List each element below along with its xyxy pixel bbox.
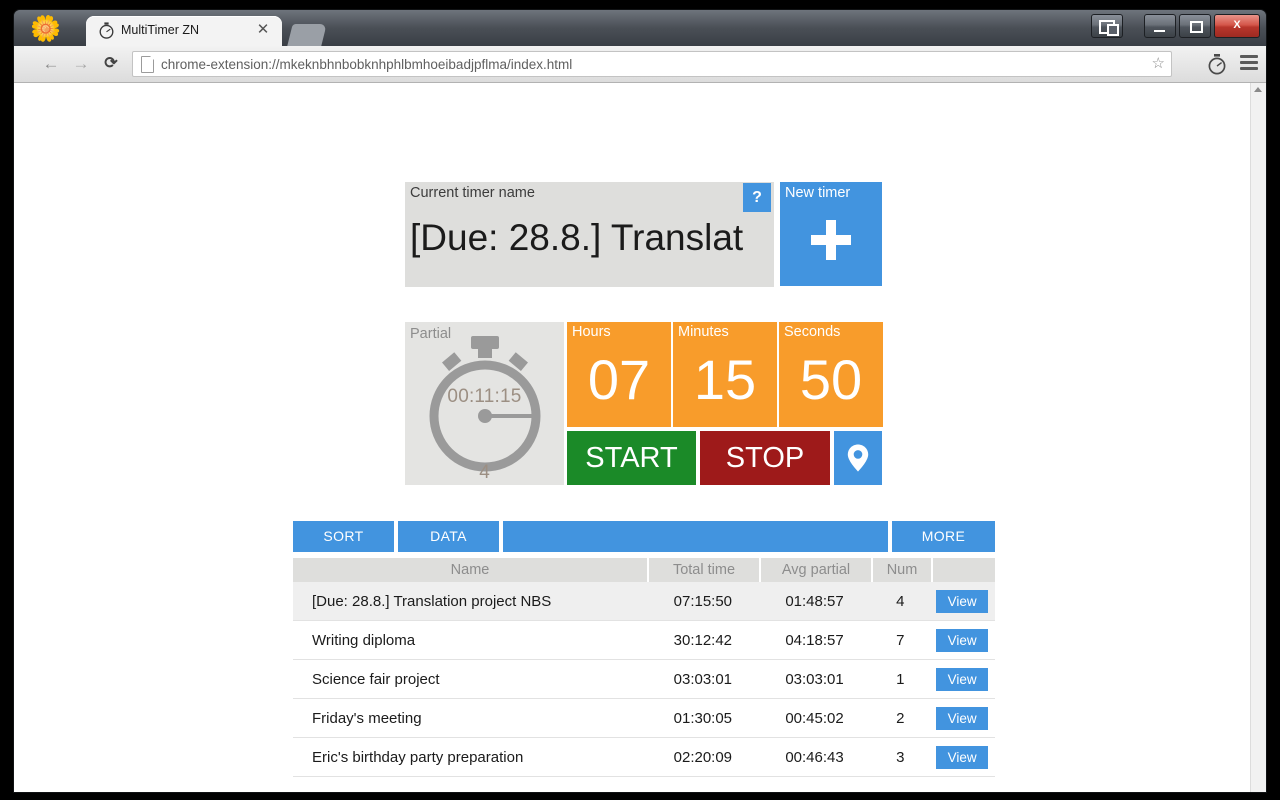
stopwatch-icon [99,22,114,39]
row-view-cell: View [931,589,993,613]
view-button[interactable]: View [936,706,989,730]
forward-arrow-icon[interactable]: → [70,53,92,75]
new-timer-label: New timer [785,185,851,201]
timers-table: Name Total time Avg partial Num [Due: 28… [293,558,995,777]
tab-restore-icon[interactable] [1091,14,1123,38]
row-total: 30:12:42 [673,631,733,649]
partial-time-value: 00:11:15 [447,386,522,407]
close-window-glyph: X [1233,19,1241,31]
data-button[interactable]: DATA [398,521,499,552]
help-button[interactable]: ? [743,183,771,212]
reload-icon[interactable]: ⟳ [100,53,122,75]
view-button[interactable]: View [936,628,989,652]
browser-window: 🌼 MultiTimer ZN ✕ X ← → ⟳ chrome-extensi… [14,10,1266,792]
table-row[interactable]: [Due: 28.8.] Translation project NBS 07:… [293,582,995,621]
hours-tile[interactable]: Hours 07 [567,322,671,427]
back-arrow-icon[interactable]: ← [40,53,62,75]
scroll-up-icon[interactable] [1254,87,1262,92]
current-timer-name-label: Current timer name [410,185,535,201]
view-button[interactable]: View [936,589,989,613]
row-total: 03:03:01 [673,670,733,688]
row-total: 02:20:09 [673,748,733,766]
browser-titlebar: 🌼 MultiTimer ZN ✕ X [14,10,1266,46]
plus-icon [811,220,851,260]
new-tab-button[interactable] [287,24,327,46]
minutes-value: 15 [693,348,757,411]
minimize-icon[interactable] [1144,14,1176,38]
row-name: Science fair project [312,670,440,688]
partial-count-value: 4 [479,462,490,483]
current-timer-name-value[interactable]: [Due: 28.8.] Translat [410,212,768,264]
browser-toolbar: ← → ⟳ chrome-extension://mkeknbhnbobknhp… [14,46,1266,83]
row-num: 2 [896,709,905,727]
row-avg: 00:46:43 [785,748,844,766]
address-bar[interactable]: chrome-extension://mkeknbhnbobknhphlbmho… [132,51,1172,77]
column-header-name[interactable]: Name [293,558,647,582]
hamburger-menu-icon[interactable] [1240,55,1258,71]
close-icon[interactable]: ✕ [256,22,270,38]
table-row[interactable]: Science fair project 03:03:01 03:03:01 1… [293,660,995,699]
seconds-label: Seconds [784,324,841,340]
row-total: 07:15:50 [673,592,733,610]
row-num: 4 [896,592,905,610]
more-button[interactable]: MORE [892,521,995,552]
location-pin-icon [847,444,869,472]
view-button[interactable]: View [936,745,989,769]
row-avg: 04:18:57 [785,631,844,649]
hours-value: 07 [587,348,651,411]
star-icon[interactable]: ☆ [1152,55,1165,73]
flower-logo-icon: 🌼 [30,15,62,43]
location-button[interactable] [834,431,882,485]
partial-panel[interactable]: Partial 00:11:15 4 [405,322,564,485]
table-row[interactable]: Eric's birthday party preparation 02:20:… [293,738,995,777]
row-view-cell: View [931,706,993,730]
desktop-background: 🌼 MultiTimer ZN ✕ X ← → ⟳ chrome-extensi… [0,0,1280,800]
tab-title: MultiTimer ZN [121,23,200,37]
minutes-label: Minutes [678,324,729,340]
page-icon [141,56,154,73]
row-name: Friday's meeting [312,709,422,727]
page-scrollbar[interactable] [1250,83,1266,792]
row-avg: 00:45:02 [785,709,844,727]
page-viewport: Current timer name [Due: 28.8.] Translat… [14,83,1266,792]
address-bar-url: chrome-extension://mkeknbhnbobknhphlbmho… [161,57,573,72]
maximize-icon[interactable] [1179,14,1211,38]
row-num: 3 [896,748,905,766]
row-name: Eric's birthday party preparation [312,748,524,766]
window-controls: X [1088,14,1260,38]
row-name: [Due: 28.8.] Translation project NBS [312,592,552,610]
view-button[interactable]: View [936,667,989,691]
minutes-tile[interactable]: Minutes 15 [673,322,777,427]
row-view-cell: View [931,628,993,652]
extension-page: Current timer name [Due: 28.8.] Translat… [14,83,1251,792]
row-view-cell: View [931,667,993,691]
row-avg: 01:48:57 [785,592,844,610]
hours-label: Hours [572,324,611,340]
close-window-icon[interactable]: X [1214,14,1260,38]
column-header-num[interactable]: Num [873,558,931,582]
table-header-row: Name Total time Avg partial Num [293,558,995,582]
column-header-view [933,558,995,582]
row-num: 7 [896,631,905,649]
row-avg: 03:03:01 [785,670,844,688]
new-timer-button[interactable]: New timer [780,182,882,286]
column-header-total[interactable]: Total time [649,558,759,582]
row-view-cell: View [931,745,993,769]
seconds-value: 50 [799,348,863,411]
row-num: 1 [896,670,905,688]
sort-button[interactable]: SORT [293,521,394,552]
table-row[interactable]: Writing diploma 30:12:42 04:18:57 7 View [293,621,995,660]
toolbar-spacer [503,521,888,552]
row-total: 01:30:05 [673,709,733,727]
current-timer-name-panel[interactable]: Current timer name [Due: 28.8.] Translat [405,182,774,287]
table-row[interactable]: Friday's meeting 01:30:05 00:45:02 2 Vie… [293,699,995,738]
stopwatch-extension-icon[interactable] [1206,53,1228,75]
row-name: Writing diploma [312,631,416,649]
browser-tab[interactable]: MultiTimer ZN ✕ [86,16,282,46]
start-button[interactable]: START [567,431,696,485]
seconds-tile[interactable]: Seconds 50 [779,322,883,427]
column-header-avg[interactable]: Avg partial [761,558,871,582]
stop-button[interactable]: STOP [700,431,830,485]
